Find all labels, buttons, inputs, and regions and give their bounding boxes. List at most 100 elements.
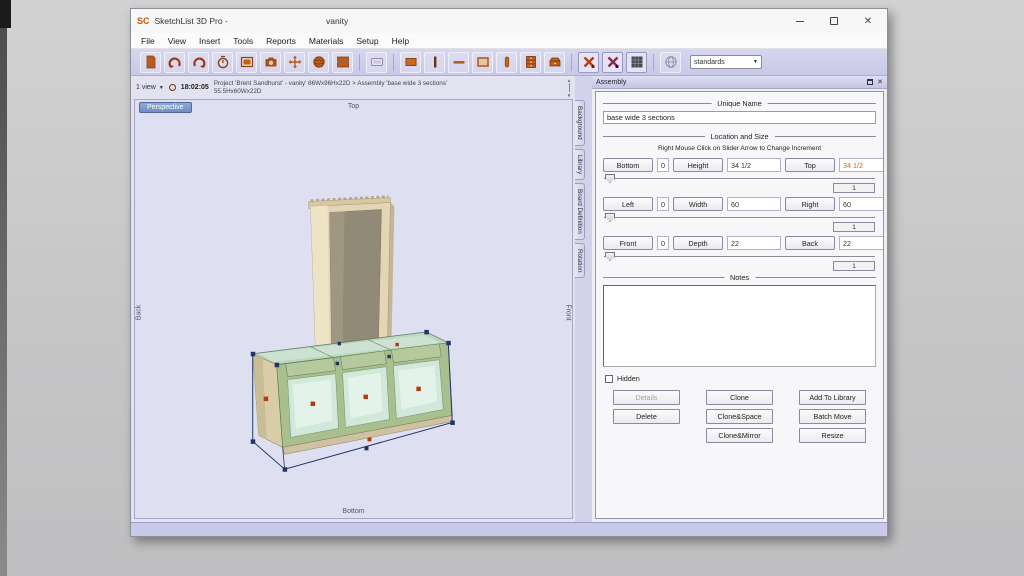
menu-tools[interactable]: Tools: [233, 36, 253, 46]
notes-label: Notes: [724, 273, 755, 282]
camera-icon[interactable]: [260, 52, 281, 73]
top-button[interactable]: Top: [785, 158, 835, 172]
close-button[interactable]: ✕: [851, 9, 885, 33]
clone-space-button[interactable]: Clone&Space: [706, 409, 773, 424]
drawer-icon[interactable]: [544, 52, 565, 73]
menu-file[interactable]: File: [141, 36, 155, 46]
panel-light-icon[interactable]: [366, 52, 387, 73]
delete-object-icon[interactable]: [602, 52, 623, 73]
tab-library[interactable]: Library: [575, 149, 585, 180]
app-window: SC SketchList 3D Pro - vanity ✕ File Vie…: [130, 8, 888, 537]
timer-icon[interactable]: [212, 52, 233, 73]
top-value[interactable]: 34 1/2: [839, 158, 884, 172]
action-buttons: Details Delete Clone Clone&Space Clone&M…: [613, 390, 866, 443]
notes-section: Notes: [603, 277, 876, 278]
depth-value[interactable]: 22: [727, 236, 781, 250]
front-button[interactable]: Front: [603, 236, 653, 250]
height-slider[interactable]: [604, 174, 875, 183]
back-button[interactable]: Back: [785, 236, 835, 250]
width-slider[interactable]: [604, 213, 875, 222]
menu-view[interactable]: View: [168, 36, 186, 46]
drawer-stack-icon[interactable]: [520, 52, 541, 73]
width-value[interactable]: 60: [727, 197, 781, 211]
details-button[interactable]: Details: [613, 390, 680, 405]
cabinet-icon[interactable]: [332, 52, 353, 73]
batch-move-button[interactable]: Batch Move: [799, 409, 866, 424]
dock-icon[interactable]: [867, 79, 873, 85]
depth-increment[interactable]: 1: [833, 261, 875, 271]
image-icon[interactable]: [236, 52, 257, 73]
resize-button[interactable]: Resize: [799, 428, 866, 443]
menu-setup[interactable]: Setup: [356, 36, 378, 46]
view-count-dropdown[interactable]: 1 view ▼: [136, 84, 164, 91]
board-icon[interactable]: [400, 52, 421, 73]
panel-close-icon[interactable]: ✕: [877, 79, 883, 86]
height-button[interactable]: Height: [673, 158, 723, 172]
hidden-checkbox[interactable]: [605, 375, 613, 383]
sphere-icon[interactable]: [308, 52, 329, 73]
menu-materials[interactable]: Materials: [309, 36, 343, 46]
viewport-label-front: Front: [564, 304, 571, 320]
board-horizontal-icon[interactable]: [448, 52, 469, 73]
menu-reports[interactable]: Reports: [266, 36, 296, 46]
clone-mirror-button[interactable]: Clone&Mirror: [706, 428, 773, 443]
bottom-value[interactable]: 0: [657, 158, 669, 172]
bottom-button[interactable]: Bottom: [603, 158, 653, 172]
viewport-3d[interactable]: Perspective Top Bottom Back Front: [134, 99, 573, 519]
menu-help[interactable]: Help: [392, 36, 409, 46]
move-icon[interactable]: [284, 52, 305, 73]
location-size-section: Location and Size: [603, 136, 876, 137]
tab-background[interactable]: Background: [575, 100, 585, 146]
view-header: 1 view ▼ 18:02:05 Project 'Brent Sandhur…: [131, 76, 575, 99]
document-title: vanity: [326, 16, 348, 26]
tab-rotation[interactable]: Rotation: [575, 243, 585, 278]
assembly-panel-header[interactable]: Assembly ✕: [592, 76, 887, 89]
perspective-tab[interactable]: Perspective: [139, 102, 192, 113]
undo-icon[interactable]: [164, 52, 185, 73]
delete-board-icon[interactable]: [578, 52, 599, 73]
redo-icon[interactable]: [188, 52, 209, 73]
unique-name-input[interactable]: [603, 111, 876, 124]
slider-thumb[interactable]: [605, 213, 615, 222]
back-value[interactable]: 22: [839, 236, 884, 250]
maximize-button[interactable]: [817, 9, 851, 33]
delete-button[interactable]: Delete: [613, 409, 680, 424]
board-vertical-icon[interactable]: [424, 52, 445, 73]
slider-thumb[interactable]: [605, 252, 615, 261]
assembly-panel-title: Assembly: [596, 79, 626, 86]
front-value[interactable]: 0: [657, 236, 669, 250]
left-value[interactable]: 0: [657, 197, 669, 211]
assembly-panel-body: Unique Name Location and Size Right Mous…: [595, 91, 884, 519]
menu-insert[interactable]: Insert: [199, 36, 220, 46]
globe-icon[interactable]: [660, 52, 681, 73]
height-value[interactable]: 34 1/2: [727, 158, 781, 172]
view-count-label: 1 view: [136, 84, 156, 91]
vanity-3d-model[interactable]: [135, 100, 572, 518]
clone-button[interactable]: Clone: [706, 390, 773, 405]
notes-textarea[interactable]: [603, 285, 876, 367]
right-value[interactable]: 60: [839, 197, 884, 211]
depth-slider[interactable]: [604, 252, 875, 261]
add-to-library-button[interactable]: Add To Library: [799, 390, 866, 405]
new-document-icon[interactable]: [140, 52, 161, 73]
desktop-edge: [0, 0, 7, 576]
depth-row: Front 0 Depth 22 Back 22: [603, 236, 876, 250]
title-bar[interactable]: SC SketchList 3D Pro - vanity ✕: [131, 9, 887, 33]
zoom-slider[interactable]: ▲▼: [565, 78, 573, 98]
menu-bar: File View Insert Tools Reports Materials…: [131, 33, 887, 49]
left-button[interactable]: Left: [603, 197, 653, 211]
depth-button[interactable]: Depth: [673, 236, 723, 250]
minimize-button[interactable]: [783, 9, 817, 33]
right-button[interactable]: Right: [785, 197, 835, 211]
contour-icon[interactable]: [626, 52, 647, 73]
width-button[interactable]: Width: [673, 197, 723, 211]
tab-board-definition[interactable]: Board Definition: [575, 183, 585, 240]
height-row: Bottom 0 Height 34 1/2 Top 34 1/2: [603, 158, 876, 172]
dowel-icon[interactable]: [496, 52, 517, 73]
width-increment[interactable]: 1: [833, 222, 875, 232]
height-increment[interactable]: 1: [833, 183, 875, 193]
panel-icon[interactable]: [472, 52, 493, 73]
standards-dropdown[interactable]: standards ▼: [690, 55, 762, 69]
slider-thumb[interactable]: [605, 174, 615, 183]
hidden-row: Hidden: [605, 374, 876, 383]
